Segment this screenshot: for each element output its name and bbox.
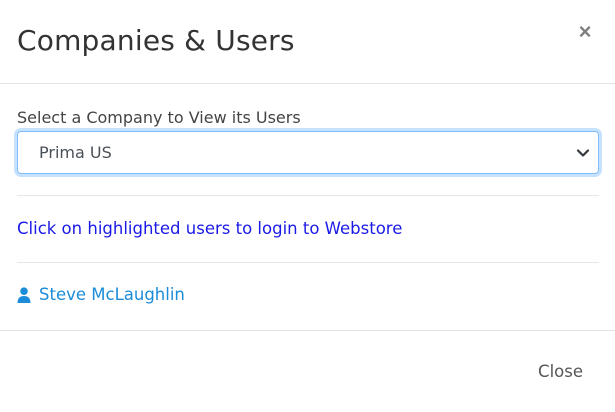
close-button[interactable]: Close — [538, 362, 583, 382]
login-hint-text: Click on highlighted users to login to W… — [17, 219, 403, 238]
chevron-down-icon — [576, 149, 590, 157]
companies-users-dialog: Companies & Users × Select a Company to … — [0, 0, 615, 412]
company-select[interactable]: Prima US — [17, 131, 599, 174]
dialog-footer: Close — [0, 330, 615, 412]
company-select-label: Select a Company to View its Users — [17, 108, 301, 127]
user-name: Steve McLaughlin — [39, 285, 185, 304]
close-icon[interactable]: × — [573, 18, 597, 46]
dialog-title: Companies & Users — [17, 24, 295, 57]
divider — [17, 262, 599, 263]
user-icon — [17, 287, 31, 303]
dialog-body: Select a Company to View its Users Prima… — [0, 84, 615, 330]
company-select-value: Prima US — [39, 143, 112, 162]
dialog-header: Companies & Users × — [0, 0, 615, 84]
user-link-steve-mclaughlin[interactable]: Steve McLaughlin — [17, 285, 185, 305]
divider — [17, 195, 599, 196]
